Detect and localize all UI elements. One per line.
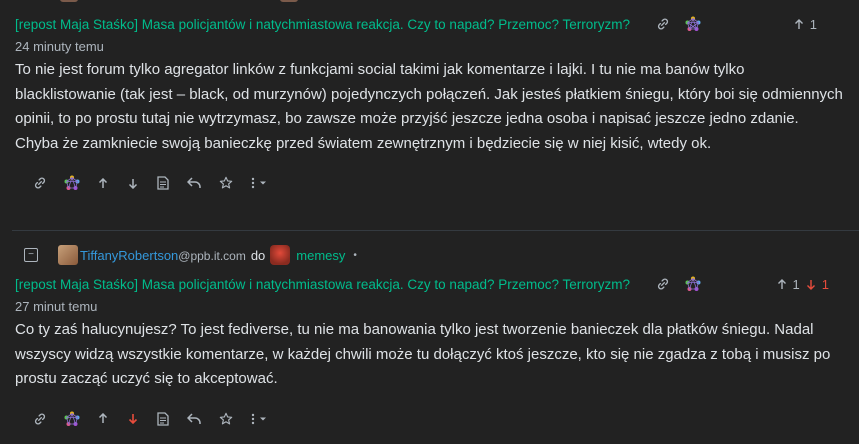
save-button[interactable] (210, 169, 242, 197)
more-options-button[interactable] (242, 405, 278, 433)
arrow-down-icon (128, 414, 138, 424)
comment-body: To nie jest forum tylko agregator linków… (15, 61, 843, 152)
post-title-link[interactable]: [repost Maja Staśko] Masa policjantów i … (15, 277, 630, 292)
upvote-button[interactable] (88, 405, 118, 433)
author-name: TiffanyRobertson (80, 247, 179, 263)
more-options-button[interactable] (242, 169, 278, 197)
link-icon[interactable] (24, 405, 56, 433)
reply-icon (187, 177, 201, 188)
fediverse-icon[interactable] (56, 169, 88, 197)
upvote-button[interactable] (88, 169, 118, 197)
reply-button[interactable] (178, 169, 210, 197)
post-title-link[interactable]: [repost Maja Staśko] Masa policjantów i … (15, 17, 630, 32)
fediverse-icon[interactable] (56, 405, 88, 433)
more-dots-icon (251, 413, 266, 424)
view-source-button[interactable] (148, 169, 178, 197)
arrow-up-icon (98, 413, 108, 423)
file-text-icon (157, 411, 169, 426)
upvote-count: 1 (792, 276, 800, 292)
community-link[interactable]: memesy (296, 248, 345, 263)
fediverse-icon[interactable] (678, 12, 708, 36)
arrow-up-icon (794, 18, 804, 30)
comment-divider (12, 230, 859, 231)
comment-actions (0, 404, 859, 434)
vote-counts: 1 1 (777, 277, 841, 292)
previous-comment-edge (0, 0, 859, 2)
downvote-button-active[interactable] (118, 405, 148, 433)
comment-actions (0, 168, 859, 198)
to-word: do (250, 247, 266, 263)
upvote-count: 1 (809, 16, 817, 32)
comment-time: 27 minut temu (15, 299, 98, 314)
comment-header: − TiffanyRobertson@ppb.it.com do memesy … (0, 240, 859, 270)
comment-context: [repost Maja Staśko] Masa policjantów i … (0, 270, 859, 298)
arrow-down-icon (128, 178, 138, 189)
star-icon (219, 412, 233, 424)
comment-body: Co ty zaś halucynujesz? To jest fedivers… (15, 321, 831, 387)
downvote-button[interactable] (118, 169, 148, 197)
link-icon[interactable] (648, 12, 678, 36)
arrow-up-icon (777, 278, 787, 290)
comment: [repost Maja Staśko] Masa policjantów i … (0, 10, 859, 198)
link-icon[interactable] (648, 272, 678, 296)
arrow-down-icon (806, 279, 816, 290)
author-link[interactable]: TiffanyRobertson@ppb.it.com (80, 248, 246, 263)
comment-context: [repost Maja Staśko] Masa policjantów i … (0, 10, 859, 38)
comment-time: 24 minuty temu (15, 39, 104, 54)
author-instance: @ppb.it.com (178, 248, 246, 263)
comments-page: [repost Maja Staśko] Masa policjantów i … (0, 0, 859, 444)
star-icon (219, 176, 233, 189)
more-dots-icon (251, 177, 266, 189)
downvote-count: 1 (821, 276, 829, 292)
community-avatar[interactable] (270, 245, 291, 265)
reply-button[interactable] (178, 405, 210, 433)
avatar[interactable] (58, 245, 78, 265)
separator-dot: • (353, 249, 357, 261)
cut-avatar (60, 0, 78, 2)
save-button[interactable] (210, 405, 242, 433)
file-text-icon (157, 176, 169, 190)
link-icon[interactable] (24, 169, 56, 197)
fediverse-icon[interactable] (678, 272, 708, 296)
arrow-up-icon (98, 177, 108, 188)
view-source-button[interactable] (148, 405, 178, 433)
reply-icon (187, 412, 201, 424)
cut-avatar (280, 0, 298, 2)
comment: − TiffanyRobertson@ppb.it.com do memesy … (0, 240, 859, 434)
collapse-button[interactable]: − (24, 248, 38, 262)
vote-counts: 1 (794, 17, 841, 32)
